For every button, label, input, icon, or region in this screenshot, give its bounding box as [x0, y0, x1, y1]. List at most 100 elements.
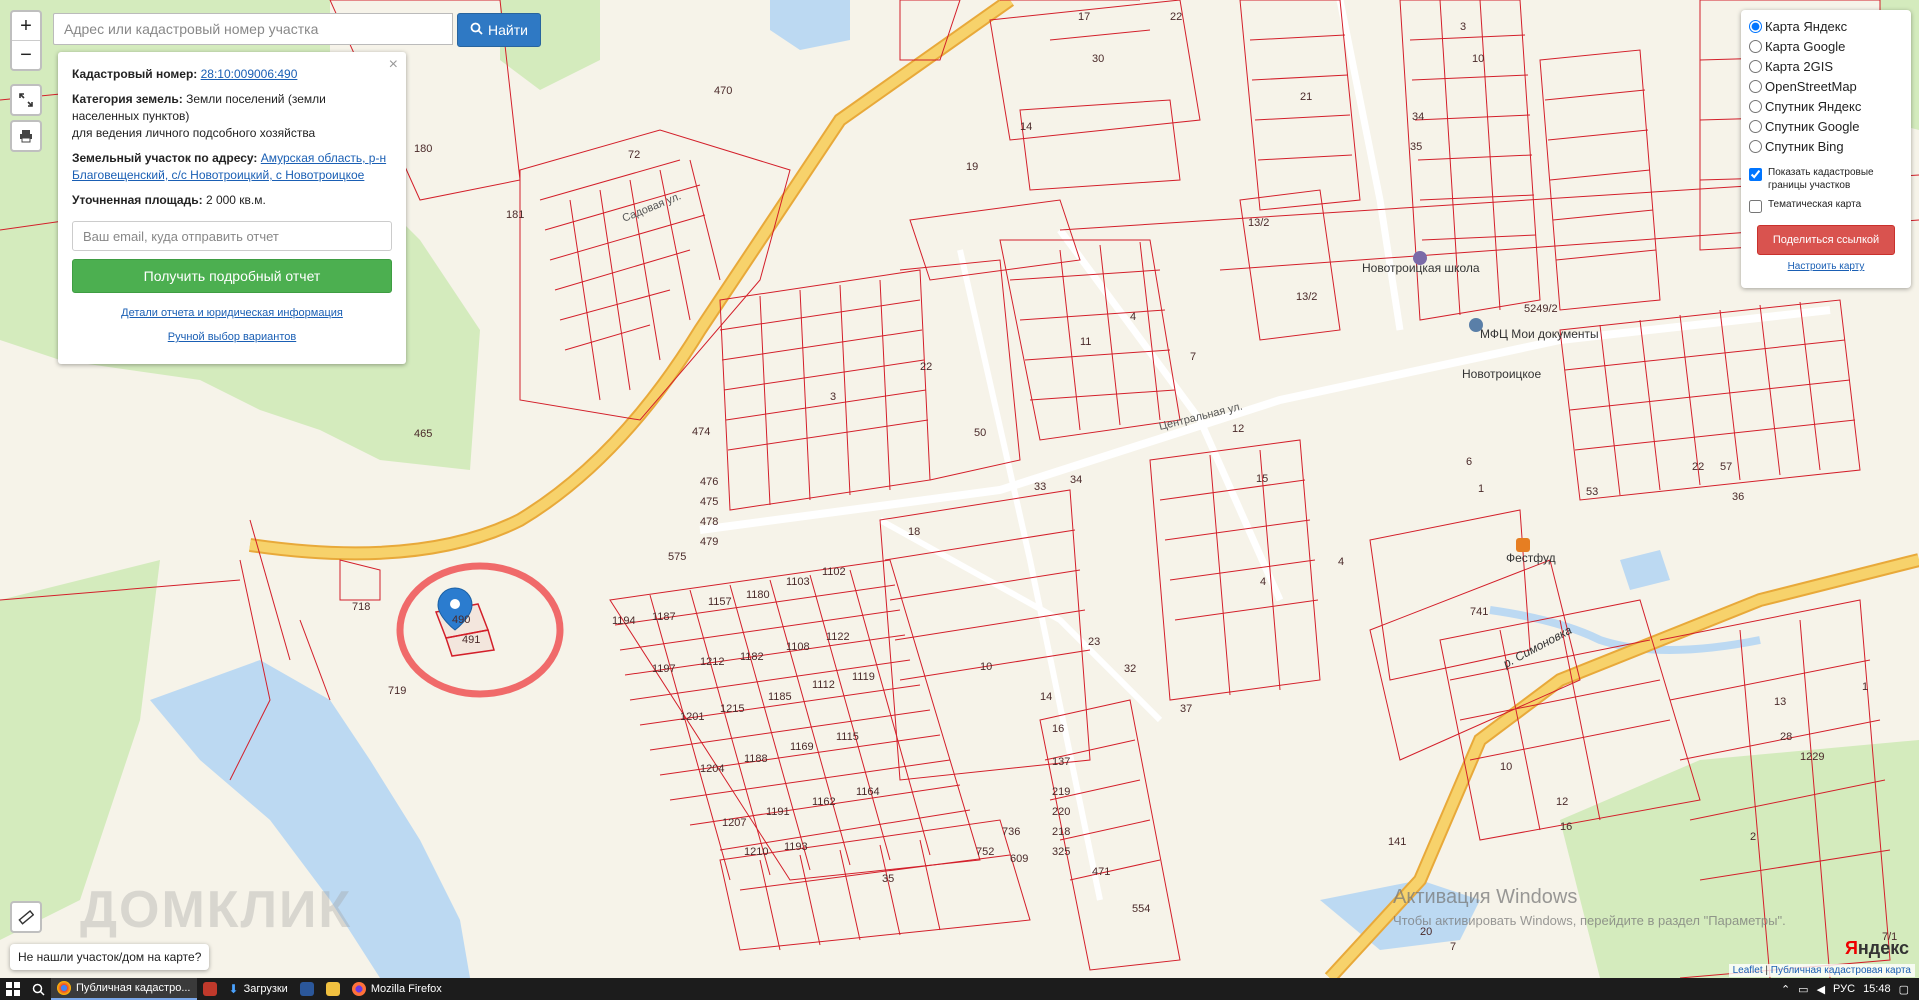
- share-link-button[interactable]: Поделиться ссылкой: [1757, 225, 1895, 255]
- category-row: Категория земель: Земли поселений (земли…: [72, 91, 392, 142]
- windows-taskbar: Публичная кадастро... ⬇ Загрузки Mozilla…: [0, 978, 1919, 1000]
- show-boundaries-toggle[interactable]: Показать кадастровые границы участков: [1749, 166, 1903, 192]
- search-icon: [470, 22, 483, 38]
- layer-label: Карта Google: [1765, 38, 1846, 54]
- svg-text:53: 53: [1586, 486, 1598, 498]
- layer-option[interactable]: Спутник Яндекс: [1749, 96, 1903, 116]
- ruler-icon: [18, 909, 34, 925]
- start-button[interactable]: [0, 978, 26, 1000]
- svg-text:575: 575: [668, 551, 686, 563]
- svg-text:19: 19: [966, 161, 978, 173]
- layer-label: Спутник Яндекс: [1765, 98, 1862, 114]
- firefox-icon: [351, 982, 366, 996]
- taskbar-explorer[interactable]: [320, 978, 346, 1000]
- layer-option[interactable]: Спутник Bing: [1749, 136, 1903, 156]
- svg-text:21: 21: [1300, 91, 1312, 103]
- svg-text:476: 476: [700, 476, 718, 488]
- svg-text:5249/2: 5249/2: [1524, 303, 1558, 315]
- layer-radio[interactable]: [1749, 99, 1762, 113]
- zoom-out-button[interactable]: −: [12, 40, 40, 69]
- taskbar-search-button[interactable]: [26, 978, 51, 1000]
- svg-text:141: 141: [1388, 836, 1406, 848]
- svg-text:1191: 1191: [766, 806, 790, 818]
- thematic-map-checkbox[interactable]: [1749, 200, 1762, 213]
- layer-radio[interactable]: [1749, 19, 1762, 33]
- svg-text:478: 478: [700, 516, 718, 528]
- layer-radio[interactable]: [1749, 119, 1762, 133]
- svg-text:17: 17: [1078, 11, 1090, 23]
- get-report-button[interactable]: Получить подробный отчет: [72, 259, 392, 293]
- manual-select-link[interactable]: Ручной выбор вариантов: [72, 331, 392, 343]
- yandex-logo[interactable]: Яндекс: [1845, 938, 1909, 959]
- svg-text:475: 475: [700, 496, 718, 508]
- svg-text:220: 220: [1052, 806, 1070, 818]
- volume-icon[interactable]: ◀: [1817, 983, 1825, 996]
- word-icon: [299, 982, 314, 996]
- svg-text:1187: 1187: [652, 611, 676, 623]
- zoom-in-button[interactable]: +: [12, 12, 40, 40]
- search-input[interactable]: [53, 13, 453, 45]
- search-button[interactable]: Найти: [457, 13, 541, 47]
- not-found-button[interactable]: Не нашли участок/дом на карте?: [10, 944, 210, 970]
- layer-radio[interactable]: [1749, 59, 1762, 73]
- close-icon[interactable]: ×: [389, 56, 398, 74]
- leaflet-link[interactable]: Leaflet: [1733, 965, 1763, 976]
- tray-arrow-icon[interactable]: ⌃: [1781, 983, 1790, 996]
- area-label: Уточненная площадь:: [72, 193, 203, 207]
- store-label: Фестфуд: [1506, 551, 1556, 565]
- svg-text:12: 12: [1232, 423, 1244, 435]
- report-details-link[interactable]: Детали отчета и юридическая информация: [72, 307, 392, 319]
- layer-label: Карта Яндекс: [1765, 18, 1848, 34]
- pkk-link[interactable]: Публичная кадастровая карта: [1771, 965, 1911, 976]
- layer-option[interactable]: Карта Google: [1749, 36, 1903, 56]
- address-label: Земельный участок по адресу:: [72, 151, 258, 165]
- svg-text:37: 37: [1180, 703, 1192, 715]
- notifications-icon[interactable]: ▢: [1899, 983, 1909, 996]
- taskbar-chrome-tab[interactable]: Публичная кадастро...: [51, 978, 197, 1000]
- layer-radio[interactable]: [1749, 79, 1762, 93]
- svg-text:474: 474: [692, 426, 710, 438]
- thematic-map-toggle[interactable]: Тематическая карта: [1749, 198, 1903, 213]
- print-control: [10, 120, 42, 152]
- show-boundaries-checkbox[interactable]: [1749, 168, 1762, 181]
- thematic-map-label: Тематическая карта: [1768, 199, 1862, 210]
- svg-text:470: 470: [714, 85, 732, 97]
- taskbar-word[interactable]: [294, 978, 320, 1000]
- taskbar-firefox[interactable]: Mozilla Firefox: [346, 978, 448, 1000]
- search-icon: [32, 983, 45, 996]
- layer-option[interactable]: Карта Яндекс: [1749, 16, 1903, 36]
- svg-text:4: 4: [1260, 576, 1266, 588]
- layer-radio[interactable]: [1749, 39, 1762, 53]
- svg-text:1229: 1229: [1800, 751, 1824, 763]
- print-button[interactable]: [12, 122, 40, 150]
- svg-text:36: 36: [1732, 491, 1744, 503]
- layer-option[interactable]: Карта 2GIS: [1749, 56, 1903, 76]
- cadastral-number-link[interactable]: 28:10:009006:490: [201, 67, 298, 81]
- svg-text:50: 50: [974, 427, 986, 439]
- svg-text:13: 13: [1774, 696, 1786, 708]
- keyboard-language[interactable]: РУС: [1833, 983, 1855, 995]
- svg-text:13/2: 13/2: [1248, 217, 1269, 229]
- fullscreen-button[interactable]: [12, 86, 40, 114]
- layer-radio[interactable]: [1749, 139, 1762, 153]
- taskbar-tab-label: Загрузки: [243, 983, 288, 995]
- clock[interactable]: 15:48: [1863, 983, 1891, 995]
- layer-option[interactable]: Спутник Google: [1749, 116, 1903, 136]
- address-row: Земельный участок по адресу: Амурская об…: [72, 150, 392, 184]
- layer-option[interactable]: OpenStreetMap: [1749, 76, 1903, 96]
- taskbar-downloads[interactable]: ⬇ Загрузки: [223, 978, 294, 1000]
- svg-text:1162: 1162: [812, 796, 836, 808]
- svg-text:7: 7: [1190, 351, 1196, 363]
- svg-text:22: 22: [1692, 461, 1704, 473]
- taskbar-app[interactable]: [197, 978, 223, 1000]
- email-field[interactable]: [72, 221, 392, 251]
- configure-map-link[interactable]: Настроить карту: [1749, 261, 1903, 272]
- download-icon: ⬇: [228, 982, 239, 996]
- svg-text:34: 34: [1070, 474, 1082, 486]
- network-icon[interactable]: ▭: [1798, 983, 1808, 996]
- svg-text:465: 465: [414, 428, 432, 440]
- svg-text:1102: 1102: [822, 566, 846, 578]
- svg-text:2: 2: [1750, 831, 1756, 843]
- ruler-button[interactable]: [10, 901, 42, 933]
- svg-text:471: 471: [1092, 866, 1110, 878]
